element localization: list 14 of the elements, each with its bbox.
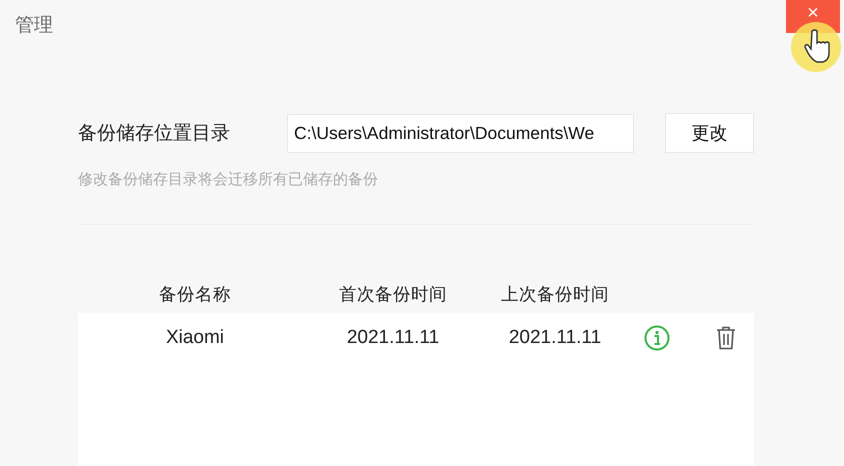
- path-field[interactable]: C:\Users\Administrator\Documents\We: [287, 114, 634, 152]
- change-button[interactable]: 更改: [665, 113, 754, 153]
- column-header: 上次备份时间: [501, 284, 609, 306]
- cursor-icon: [791, 22, 841, 72]
- column-header: 首次备份时间: [339, 284, 447, 306]
- hint-text: 修改备份储存目录将会迁移所有已储存的备份: [78, 170, 379, 189]
- column-header: 备份名称: [159, 284, 231, 306]
- table-cell: Xiaomi: [166, 327, 224, 349]
- window-title: 管理: [15, 13, 53, 38]
- table-cell: 2021.11.11: [508, 327, 602, 349]
- table-cell: 2021.11.11: [346, 327, 440, 349]
- info-icon[interactable]: [644, 325, 670, 351]
- field-label: 备份储存位置目录: [78, 121, 231, 146]
- trash-icon[interactable]: [716, 326, 736, 350]
